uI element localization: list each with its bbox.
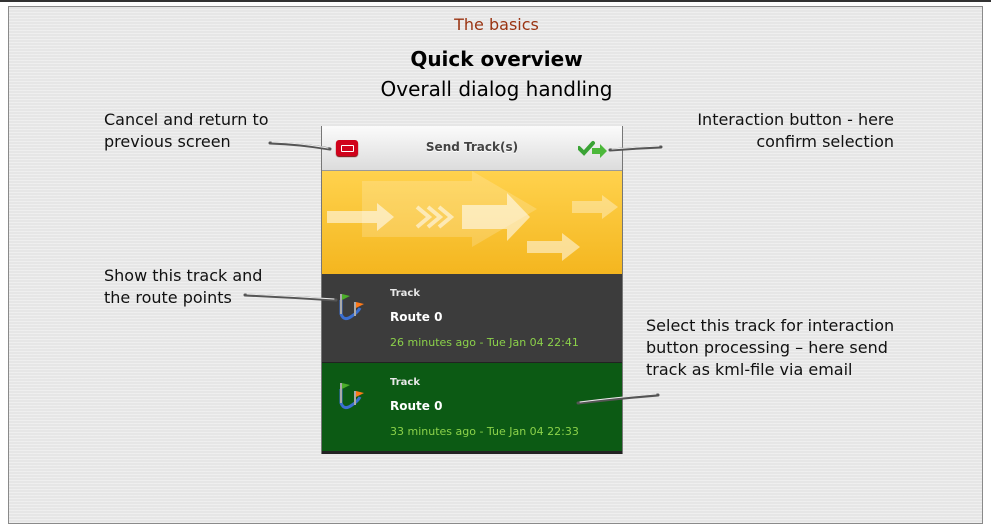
cancel-icon[interactable]: [336, 140, 358, 156]
note-show-track: Show this track and the route points: [104, 265, 262, 309]
note-cancel: Cancel and return to previous screen: [104, 109, 269, 153]
note-show-track-line-2: the route points: [104, 288, 232, 307]
page-subtitle: Overall dialog handling: [380, 77, 613, 101]
top-border: [0, 0, 991, 2]
row-name: Route 0: [390, 399, 443, 413]
note-select-track-line-2: button processing – here send: [646, 338, 888, 357]
row-type-label: Track: [390, 377, 420, 388]
track-row[interactable]: Track Route 0 26 minutes ago - Tue Jan 0…: [322, 274, 622, 362]
row-timestamp: 33 minutes ago - Tue Jan 04 22:33: [390, 425, 579, 438]
note-interaction-line-2: confirm selection: [756, 132, 894, 151]
note-show-track-line-1: Show this track and: [104, 266, 263, 285]
page-title: Quick overview: [410, 47, 583, 71]
note-select-track: Select this track for interaction button…: [646, 315, 894, 381]
note-select-track-line-3: track as kml-file via email: [646, 360, 853, 379]
dialog-titlebar: Send Track(s): [322, 126, 622, 171]
note-cancel-line-2: previous screen: [104, 132, 231, 151]
row-timestamp: 26 minutes ago - Tue Jan 04 22:41: [390, 336, 579, 349]
note-interaction: Interaction button - here confirm select…: [697, 109, 894, 153]
note-select-track-line-1: Select this track for interaction: [646, 316, 895, 335]
row-name: Route 0: [390, 310, 443, 324]
header-banner: [322, 171, 622, 274]
track-icon: [339, 383, 364, 410]
note-cancel-line-1: Cancel and return to: [104, 110, 269, 129]
phone-screenshot: Send Track(s) Track Route 0 26 minutes a…: [321, 126, 623, 454]
note-interaction-line-1: Interaction button - here: [697, 110, 894, 129]
section-heading: The basics: [454, 15, 539, 34]
track-row-selected[interactable]: Track Route 0 33 minutes ago - Tue Jan 0…: [322, 363, 622, 451]
dialog-title: Send Track(s): [425, 140, 519, 154]
slide: The basics Quick overview Overall dialog…: [8, 6, 983, 524]
checkmark-arrow-icon[interactable]: [578, 139, 608, 159]
track-icon: [339, 294, 364, 321]
row-type-label: Track: [390, 288, 420, 299]
